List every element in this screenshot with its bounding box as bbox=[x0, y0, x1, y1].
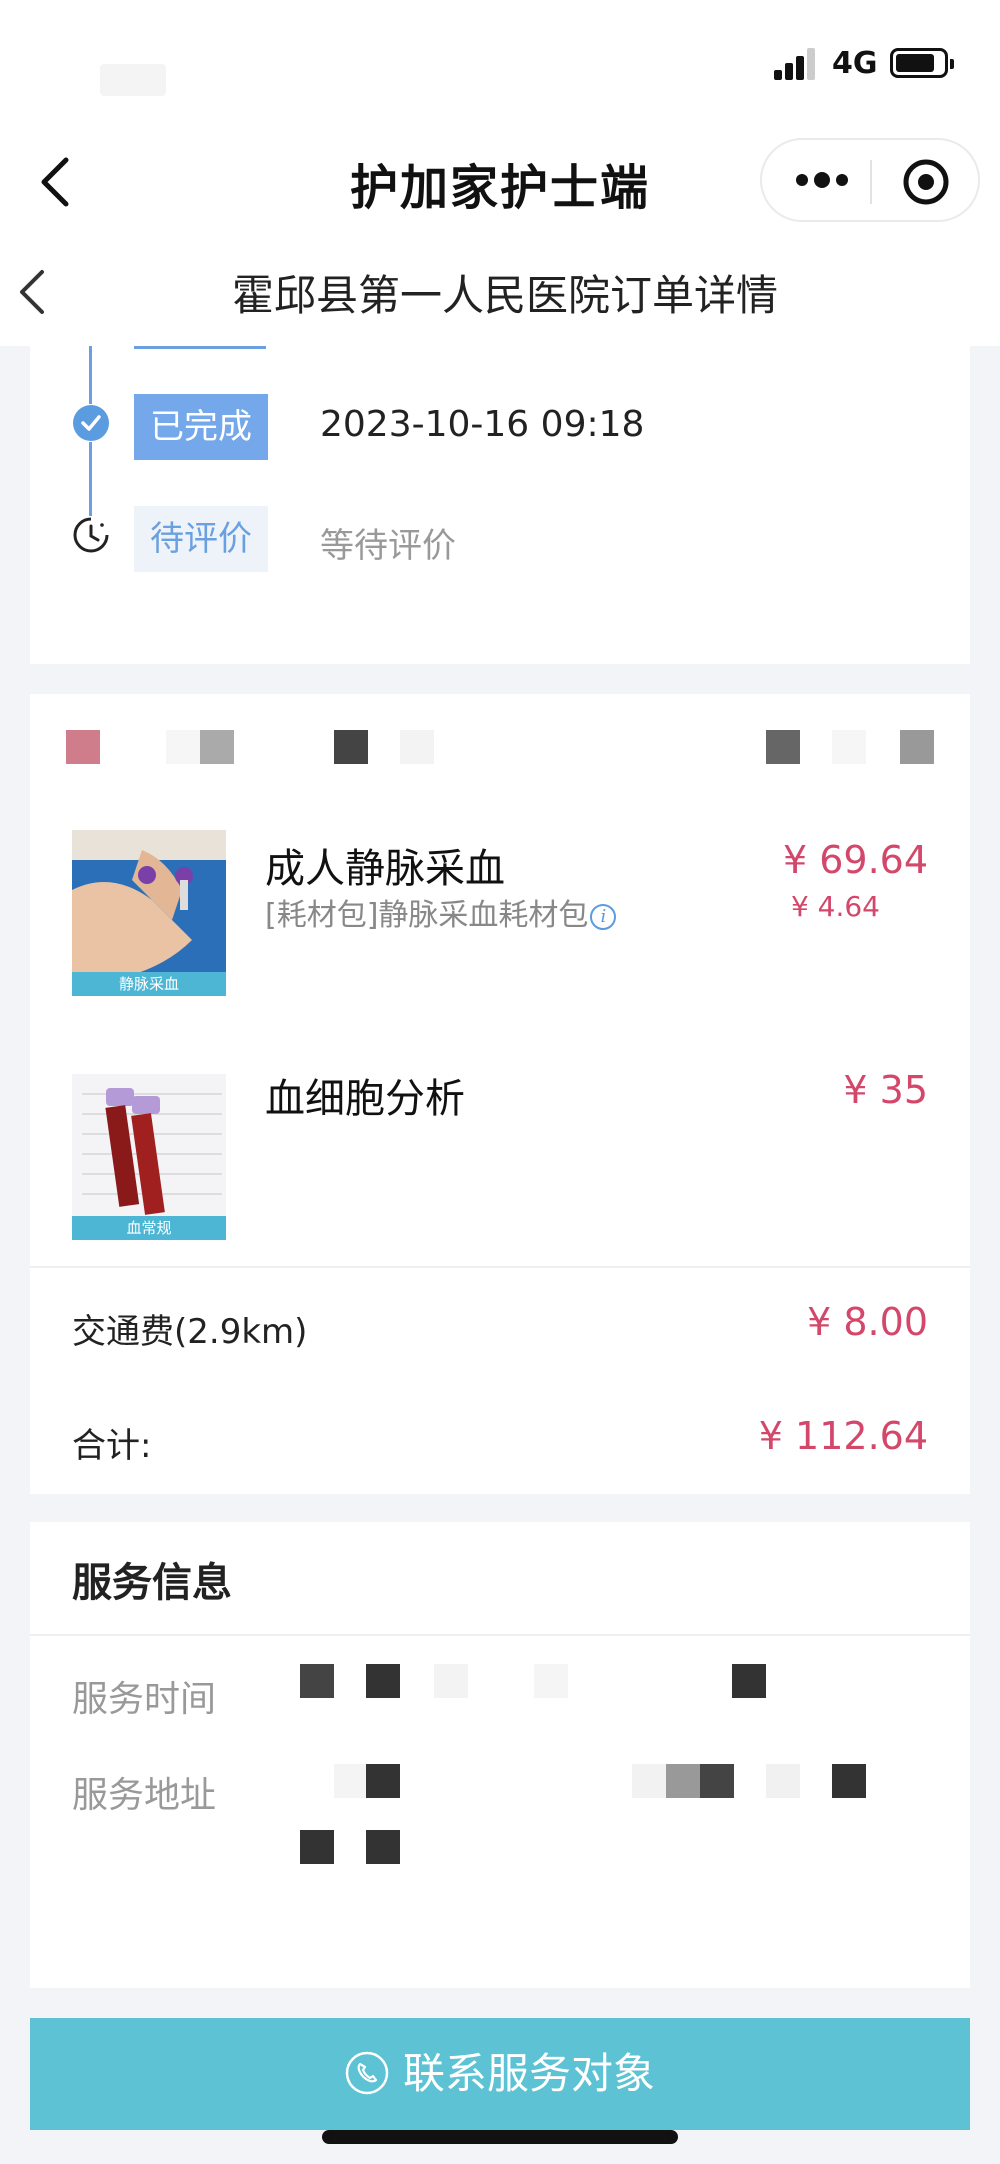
item-image-label: 静脉采血 bbox=[72, 972, 226, 996]
redacted-block bbox=[732, 1664, 766, 1698]
status-done-time: 2023-10-16 09:18 bbox=[320, 404, 645, 445]
item-image: 血常规 bbox=[72, 1074, 226, 1240]
redacted-block bbox=[300, 1830, 334, 1864]
status-bar: 4G bbox=[0, 0, 1000, 130]
signal-icon bbox=[774, 48, 820, 80]
battery-icon bbox=[890, 48, 954, 78]
redacted-block bbox=[766, 730, 800, 764]
item-image-label: 血常规 bbox=[72, 1216, 226, 1240]
total-value: ¥ 112.64 bbox=[758, 1414, 928, 1458]
nav-bar: 护加家护士端 bbox=[0, 130, 1000, 240]
network-type: 4G bbox=[832, 46, 878, 81]
redacted-block bbox=[434, 1664, 468, 1698]
status-tag-pending: 待评价 bbox=[134, 506, 268, 572]
service-info-card: 服务信息 服务时间 服务地址 bbox=[30, 1522, 970, 1988]
phone-icon bbox=[345, 2051, 389, 2094]
more-dots-icon[interactable] bbox=[792, 160, 852, 200]
timeline-line bbox=[89, 442, 92, 516]
redacted-block bbox=[366, 1664, 400, 1698]
item-name: 血细胞分析 bbox=[265, 1076, 465, 1122]
divider bbox=[30, 1634, 970, 1636]
redacted-block bbox=[334, 730, 368, 764]
contact-button-label: 联系服务对象 bbox=[402, 2049, 655, 2098]
item-image: 静脉采血 bbox=[72, 830, 226, 996]
redacted-block bbox=[366, 1764, 400, 1798]
redacted-block bbox=[200, 730, 234, 764]
total-label: 合计: bbox=[72, 1426, 152, 1466]
page-title: 霍邱县第一人民医院订单详情 bbox=[231, 271, 778, 320]
home-indicator bbox=[322, 2130, 678, 2144]
order-status-card: 已完成 2023-10-16 09:18 待评价 等待评价 bbox=[30, 346, 970, 664]
info-icon[interactable]: i bbox=[590, 903, 617, 930]
timeline-line bbox=[89, 346, 92, 404]
transport-fee-label: 交通费(2.9km) bbox=[72, 1312, 308, 1352]
redacted-block bbox=[66, 730, 100, 764]
order-items-card: 静脉采血 成人静脉采血 [耗材包]静脉采血耗材包 i ¥ 69.64 ¥ 4.64… bbox=[30, 694, 970, 1494]
service-time-label: 服务时间 bbox=[72, 1679, 217, 1720]
section-title: 服务信息 bbox=[72, 1560, 232, 1606]
status-pending-text: 等待评价 bbox=[320, 526, 456, 566]
redacted-block bbox=[666, 1764, 700, 1798]
redacted-block bbox=[832, 1764, 866, 1798]
redacted-block bbox=[832, 730, 866, 764]
redacted-block bbox=[400, 730, 434, 764]
timeline-top-bar bbox=[134, 346, 266, 349]
item-price: ¥ 35 bbox=[843, 1068, 928, 1112]
item-name: 成人静脉采血 bbox=[265, 846, 505, 892]
status-time-redacted bbox=[100, 64, 166, 96]
page-header: 霍邱县第一人民医院订单详情 bbox=[0, 240, 1000, 346]
redacted-block bbox=[300, 1664, 334, 1698]
redacted-block bbox=[334, 1764, 368, 1798]
redacted-block bbox=[534, 1664, 568, 1698]
capsule-divider bbox=[870, 160, 872, 204]
redacted-block bbox=[632, 1764, 666, 1798]
transport-fee-value: ¥ 8.00 bbox=[807, 1300, 928, 1344]
item-sub-label: [耗材包]静脉采血耗材包 bbox=[265, 898, 589, 933]
redacted-block bbox=[766, 1764, 800, 1798]
miniprogram-capsule bbox=[760, 138, 980, 222]
close-target-icon[interactable] bbox=[902, 158, 950, 206]
contact-client-button[interactable]: 联系服务对象 bbox=[30, 2018, 970, 2130]
redacted-block bbox=[900, 730, 934, 764]
redacted-block bbox=[166, 730, 200, 764]
redacted-block bbox=[366, 1830, 400, 1864]
status-tag-done: 已完成 bbox=[134, 394, 268, 460]
item-sub-name: [耗材包]静脉采血耗材包 i bbox=[265, 890, 617, 934]
service-address-label: 服务地址 bbox=[72, 1775, 217, 1816]
item-sub-price: ¥ 4.64 bbox=[790, 890, 880, 923]
redacted-block bbox=[700, 1764, 734, 1798]
item-price: ¥ 69.64 bbox=[782, 838, 928, 882]
check-circle-icon bbox=[73, 405, 109, 441]
clock-icon bbox=[73, 517, 109, 553]
divider bbox=[30, 1266, 970, 1268]
